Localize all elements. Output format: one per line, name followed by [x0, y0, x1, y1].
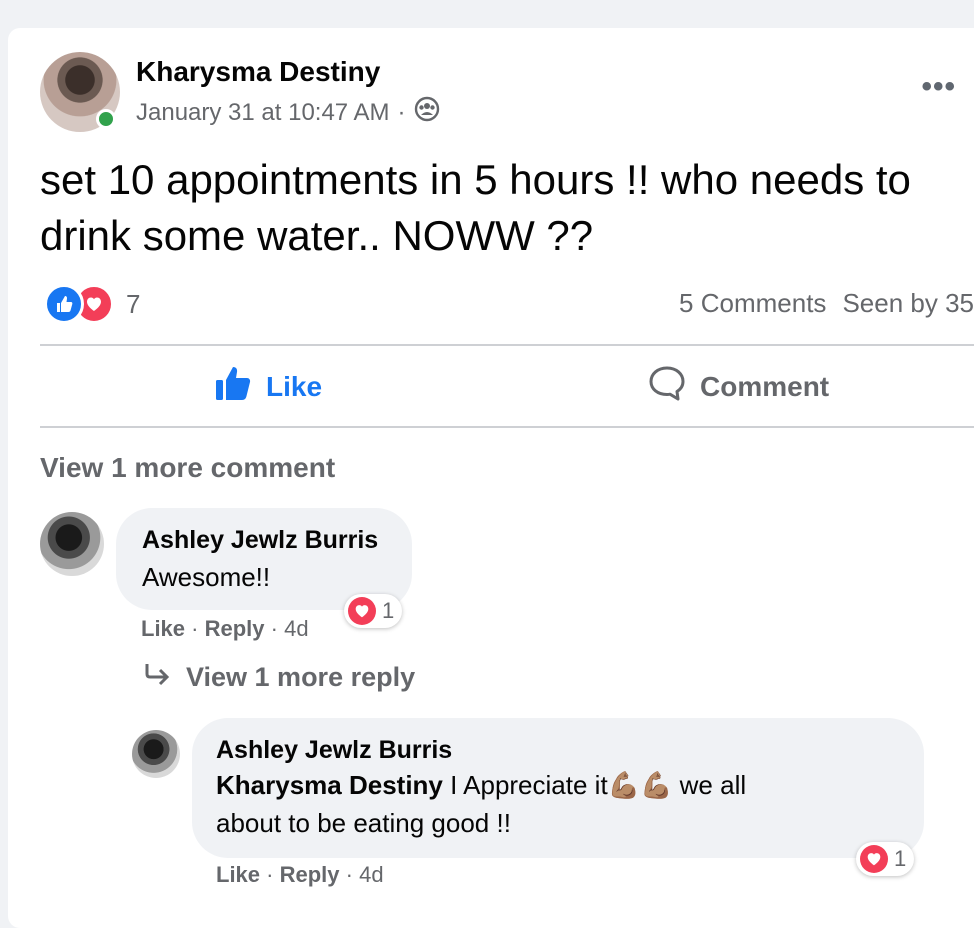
reply-avatar[interactable] — [132, 730, 180, 778]
like-button[interactable]: Like — [214, 364, 322, 409]
reply-text-b: we all — [679, 770, 747, 800]
reply-like-link[interactable]: Like — [216, 862, 260, 887]
flexed-biceps-emoji: 💪🏽💪🏽 — [607, 770, 673, 800]
online-status-dot — [96, 109, 116, 129]
reply-reaction-badge[interactable]: 1 — [856, 842, 915, 876]
like-button-label: Like — [266, 370, 323, 402]
commenter-avatar[interactable] — [40, 512, 104, 576]
comment-button[interactable]: Comment — [648, 364, 829, 409]
divider-bottom — [40, 426, 974, 428]
post-stats: 5 Comments Seen by 35 — [679, 288, 974, 319]
meta-separator: · — [397, 98, 406, 126]
more-options-icon[interactable]: ••• — [921, 70, 956, 104]
reply-actions: Like · Reply · 4d — [216, 862, 384, 887]
reply-author[interactable]: Ashley Jewlz Burris — [216, 736, 452, 765]
view-more-replies-label: View 1 more reply — [186, 662, 416, 692]
reply-bubble: Ashley Jewlz Burris Kharysma Destiny I A… — [192, 718, 924, 858]
reply-text-a: I Appreciate it — [450, 770, 608, 800]
comment-reaction-badge[interactable]: 1 — [344, 594, 403, 628]
post-timestamp[interactable]: January 31 at 10:47 AM — [136, 99, 390, 127]
seen-by-link[interactable]: Seen by 35 — [842, 288, 974, 319]
comment-reply-link[interactable]: Reply — [205, 616, 265, 641]
love-reaction-icon — [860, 845, 888, 873]
reactions-summary[interactable]: 7 — [44, 284, 140, 324]
comment-button-label: Comment — [700, 370, 830, 402]
reply-text: Kharysma Destiny I Appreciate it💪🏽💪🏽 we … — [216, 766, 906, 842]
reply-arrow-icon — [144, 662, 172, 693]
comments-count-link[interactable]: 5 Comments — [679, 288, 826, 319]
post-text: set 10 appointments in 5 hours !! who ne… — [40, 156, 911, 259]
group-icon — [414, 96, 440, 129]
thumbs-up-icon — [214, 364, 252, 409]
love-reaction-icon — [348, 597, 376, 625]
reply-reply-link[interactable]: Reply — [280, 862, 340, 887]
reply-reaction-count: 1 — [894, 846, 907, 871]
like-reaction-icon — [44, 284, 84, 324]
reaction-count: 7 — [126, 288, 141, 319]
comment-text: Awesome!! — [142, 562, 271, 592]
comment-reaction-count: 1 — [382, 598, 395, 623]
comment-bubble-icon — [648, 364, 686, 409]
mention-link[interactable]: Kharysma Destiny — [216, 770, 443, 800]
comment-like-link[interactable]: Like — [141, 616, 185, 641]
reply-age[interactable]: 4d — [359, 862, 383, 887]
divider-top — [40, 344, 974, 346]
comment-author[interactable]: Ashley Jewlz Burris — [142, 526, 378, 555]
comment-actions: Like · Reply · 4d — [141, 616, 309, 641]
reply-text-c: about to be eating good !! — [216, 808, 511, 838]
view-more-replies-link[interactable]: View 1 more reply — [144, 662, 415, 693]
post-author-name[interactable]: Kharysma Destiny — [136, 56, 380, 88]
post-meta: January 31 at 10:47 AM · — [136, 96, 440, 129]
view-more-comments-link[interactable]: View 1 more comment — [40, 452, 335, 484]
comment-age[interactable]: 4d — [284, 616, 308, 641]
